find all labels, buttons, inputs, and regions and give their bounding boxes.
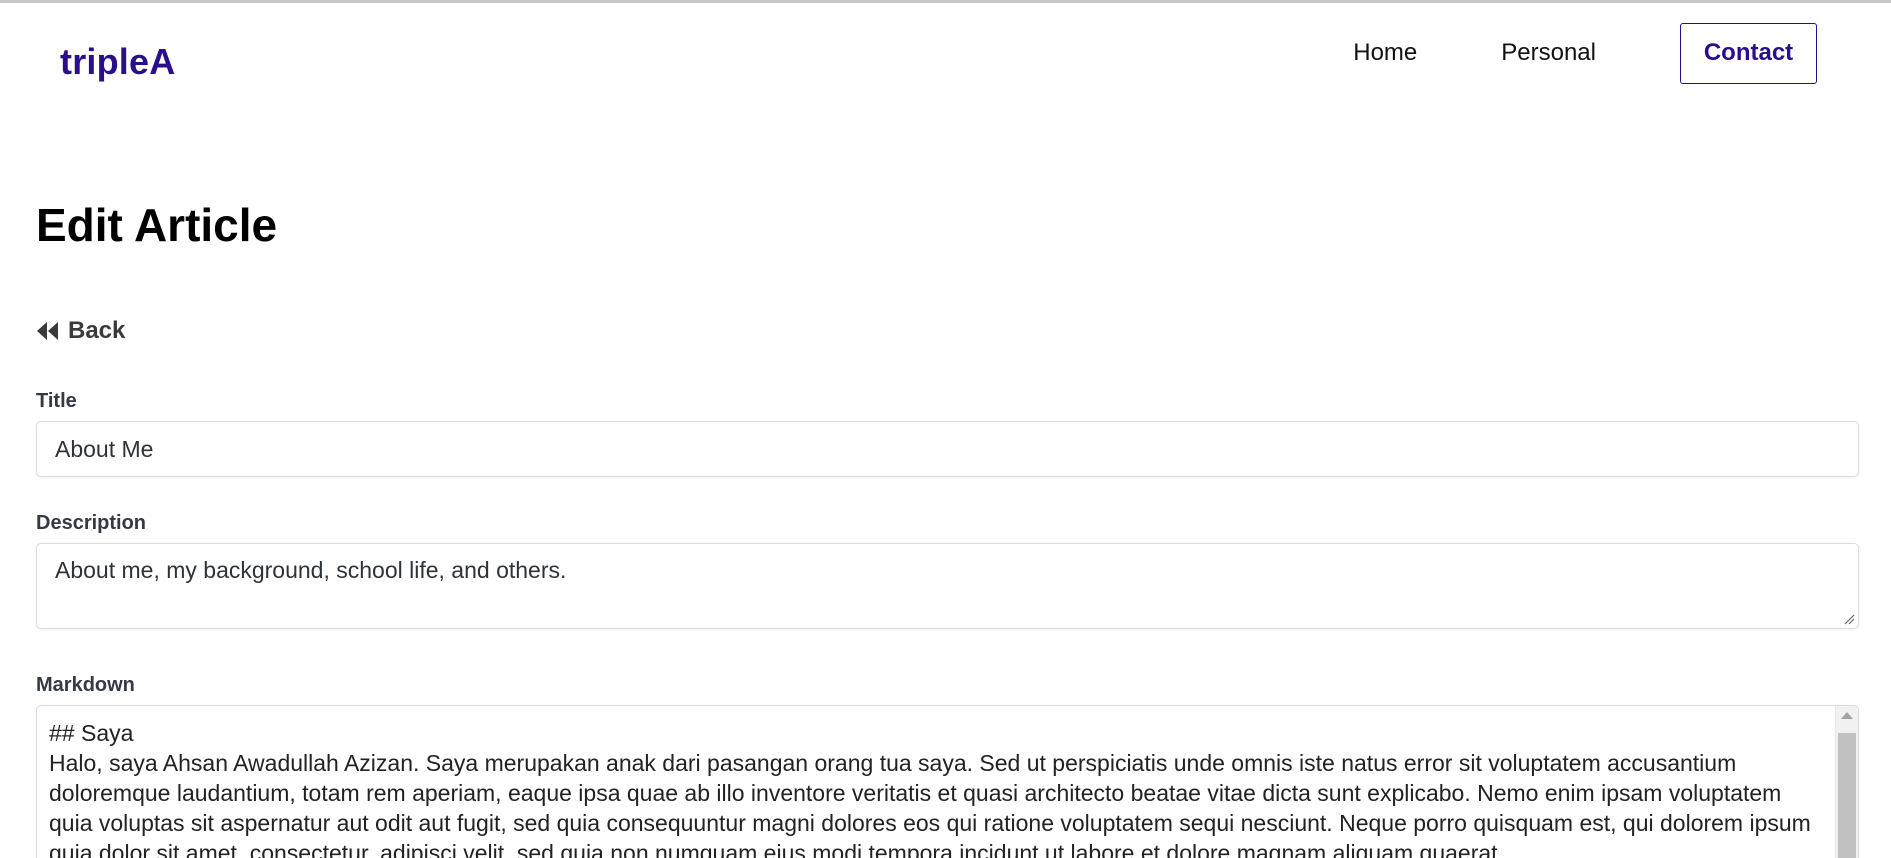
double-chevron-left-icon: [37, 322, 58, 340]
markdown-textarea[interactable]: ## Saya Halo, saya Ahsan Awadullah Aziza…: [36, 705, 1859, 858]
description-label: Description: [36, 512, 147, 534]
resize-grip-icon[interactable]: [1843, 613, 1855, 625]
site-header: tripleA Home Personal Contact: [0, 3, 1891, 113]
page-title: Edit Article: [36, 199, 278, 251]
scroll-thumb[interactable]: [1838, 733, 1856, 858]
description-text: About me, my background, school life, an…: [55, 557, 567, 583]
main-nav: Home Personal Contact: [1353, 22, 1817, 84]
nav-personal[interactable]: Personal: [1501, 22, 1596, 84]
back-label: Back: [68, 317, 126, 344]
markdown-label: Markdown: [36, 674, 135, 696]
markdown-line: ## Saya: [49, 720, 134, 746]
back-link[interactable]: Back: [36, 317, 125, 345]
nav-home[interactable]: Home: [1353, 22, 1417, 84]
markdown-line: Halo, saya Ahsan Awadullah Azizan. Saya …: [49, 750, 1818, 858]
title-input[interactable]: [36, 421, 1859, 477]
brand-logo[interactable]: tripleA: [60, 41, 175, 83]
contact-button[interactable]: Contact: [1680, 22, 1817, 84]
description-textarea[interactable]: About me, my background, school life, an…: [36, 543, 1859, 629]
title-label: Title: [36, 390, 77, 412]
scroll-up-arrow-icon[interactable]: [1841, 712, 1853, 719]
page: tripleA Home Personal Contact Edit Artic…: [0, 0, 1891, 858]
markdown-scrollbar[interactable]: [1835, 706, 1858, 858]
